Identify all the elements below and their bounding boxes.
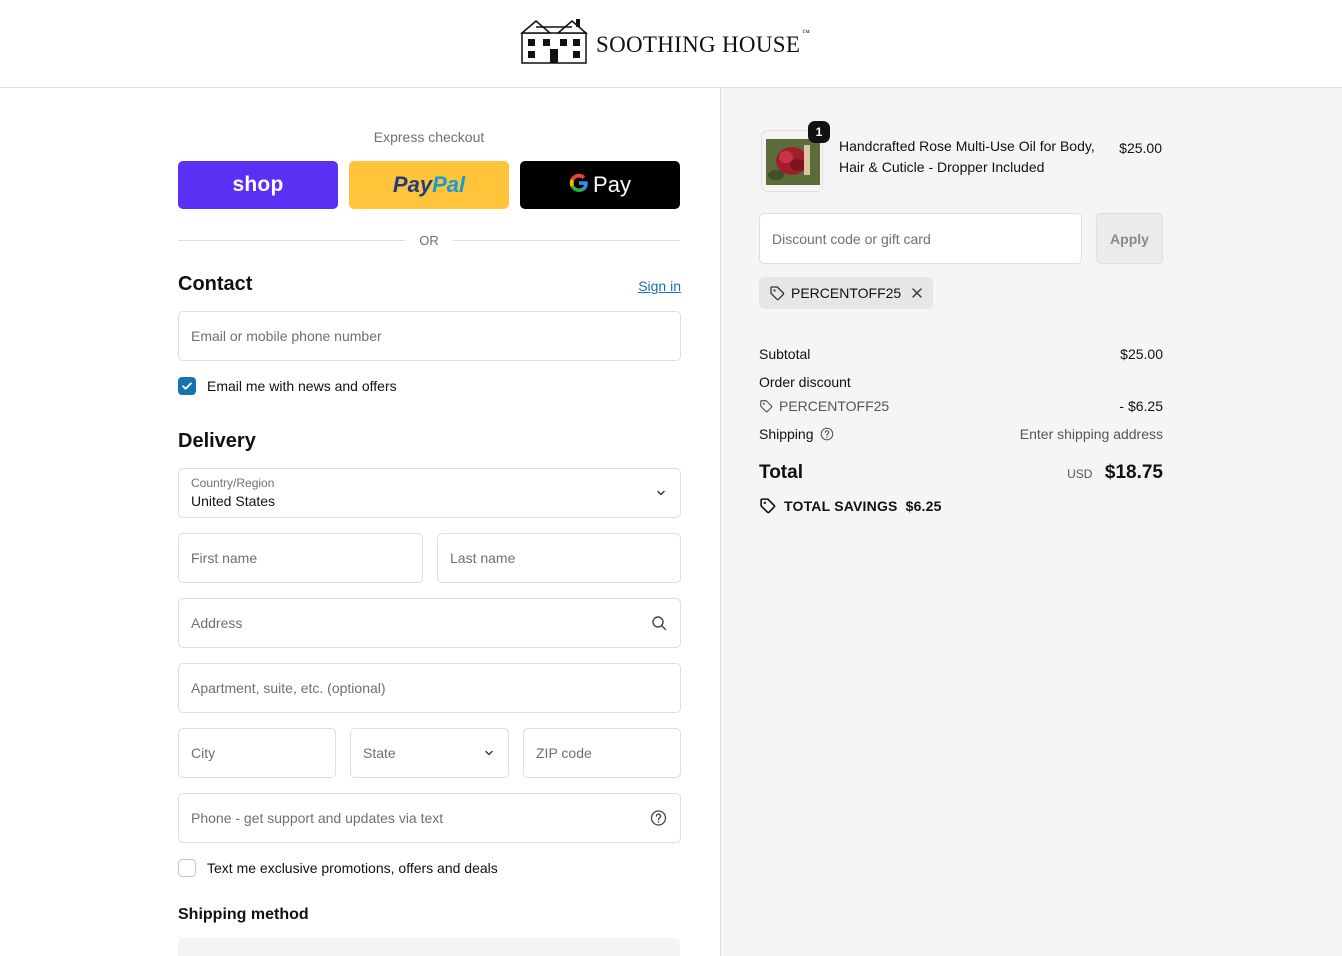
paypal-logo-part2: Pal [432,172,466,197]
discount-code-input[interactable]: Discount code or gift card [759,213,1082,264]
last-name-placeholder: Last name [450,550,516,566]
savings-label: TOTAL SAVINGS [784,497,898,514]
paypal-button[interactable]: Pay Pal [349,161,509,209]
discount-code-row: PERCENTOFF25 - $6.25 [759,398,1163,414]
country-label: Country/Region [191,476,275,490]
express-checkout-label: Express checkout [373,129,485,145]
subtotal-value: $25.00 [1120,346,1163,362]
zip-code-placeholder: ZIP code [536,745,592,761]
checkmark-icon [182,382,192,390]
shipping-method-placeholder [178,938,680,956]
discount-amount: - $6.25 [1119,398,1163,414]
tag-icon [769,285,785,301]
sms-promotions-option[interactable]: Text me exclusive promotions, offers and… [178,859,498,877]
site-header: SOOTHING HOUSE ™ [0,0,1342,88]
order-discount-row: Order discount [759,374,1163,390]
shipping-row: Shipping Enter shipping address [759,426,1163,442]
brand-logo[interactable]: SOOTHING HOUSE ™ [520,18,811,66]
currency-code: USD [1067,467,1093,481]
shop-pay-button[interactable]: shop [178,161,338,209]
phone-placeholder: Phone - get support and updates via text [191,810,444,826]
shipping-method-heading: Shipping method [178,906,309,923]
total-label: Total [759,462,803,483]
apartment-field[interactable]: Apartment, suite, etc. (optional) [178,663,681,713]
phone-field[interactable]: Phone - get support and updates via text [178,793,681,843]
google-pay-label: Pay [593,172,631,197]
order-discount-label: Order discount [759,374,851,390]
product-price: $25.00 [1119,140,1162,156]
chevron-down-icon [655,487,667,499]
delivery-heading: Delivery [178,430,256,452]
email-field[interactable]: Email or mobile phone number [178,311,681,361]
paypal-logo-part1: Pay [392,172,433,197]
applied-discount-chip: PERCENTOFF25 [759,277,934,309]
zip-code-field[interactable]: ZIP code [523,728,681,778]
help-circle-icon[interactable] [650,810,667,827]
country-value: United States [191,493,276,509]
total-savings: TOTAL SAVINGS $6.25 [759,497,942,514]
email-placeholder: Email or mobile phone number [191,328,382,344]
first-name-field[interactable]: First name [178,533,423,583]
savings-tag-icon [759,497,776,514]
last-name-field[interactable]: Last name [437,533,681,583]
google-pay-button[interactable]: Pay [520,161,680,209]
contact-heading: Contact [178,273,253,295]
checkout-form: Express checkout shop Pay Pal Pay OR Cont… [0,88,720,956]
or-divider-label: OR [405,233,453,248]
address-field[interactable]: Address [178,598,681,648]
help-circle-icon[interactable] [820,427,834,441]
state-placeholder: State [363,745,396,761]
order-summary: 1 Handcrafted Rose Multi-Use Oil for Bod… [720,88,1342,956]
sms-promotions-checkbox[interactable] [178,859,196,877]
discount-code-placeholder: Discount code or gift card [772,230,931,247]
tag-icon [759,399,773,413]
house-logo-icon [520,19,588,64]
discount-code-name: PERCENTOFF25 [779,398,890,414]
total-value: $18.75 [1104,462,1163,483]
news-offers-option[interactable]: Email me with news and offers [178,377,397,395]
address-placeholder: Address [191,615,243,631]
city-placeholder: City [191,745,216,761]
chevron-down-icon [483,747,495,759]
city-field[interactable]: City [178,728,336,778]
first-name-placeholder: First name [191,550,258,566]
quantity-badge: 1 [808,121,830,143]
subtotal-label: Subtotal [759,346,811,362]
applied-discount-code: PERCENTOFF25 [791,285,902,301]
shipping-label: Shipping [759,426,814,442]
trademark-symbol: ™ [802,28,811,37]
sign-in-link[interactable]: Sign in [638,278,681,294]
total-row: Total USD $18.75 [759,462,1163,484]
product-name: Handcrafted Rose Multi-Use Oil for Body,… [839,138,1095,175]
news-offers-label: Email me with news and offers [207,378,397,394]
apartment-placeholder: Apartment, suite, etc. (optional) [191,680,386,696]
subtotal-row: Subtotal $25.00 [759,346,1163,362]
shop-pay-logo: shop [232,173,284,196]
sms-promotions-label: Text me exclusive promotions, offers and… [207,860,498,876]
apply-discount-button[interactable]: Apply [1096,213,1163,264]
remove-discount-close-icon[interactable] [911,287,923,299]
search-icon[interactable] [651,615,667,631]
shipping-value: Enter shipping address [1019,426,1163,442]
savings-value: $6.25 [905,497,942,514]
brand-name: SOOTHING HOUSE ™ [596,28,811,57]
news-offers-checkbox[interactable] [178,377,196,395]
country-select[interactable]: Country/Region United States [178,468,681,518]
google-g-icon [569,172,589,199]
state-select[interactable]: State [350,728,509,778]
